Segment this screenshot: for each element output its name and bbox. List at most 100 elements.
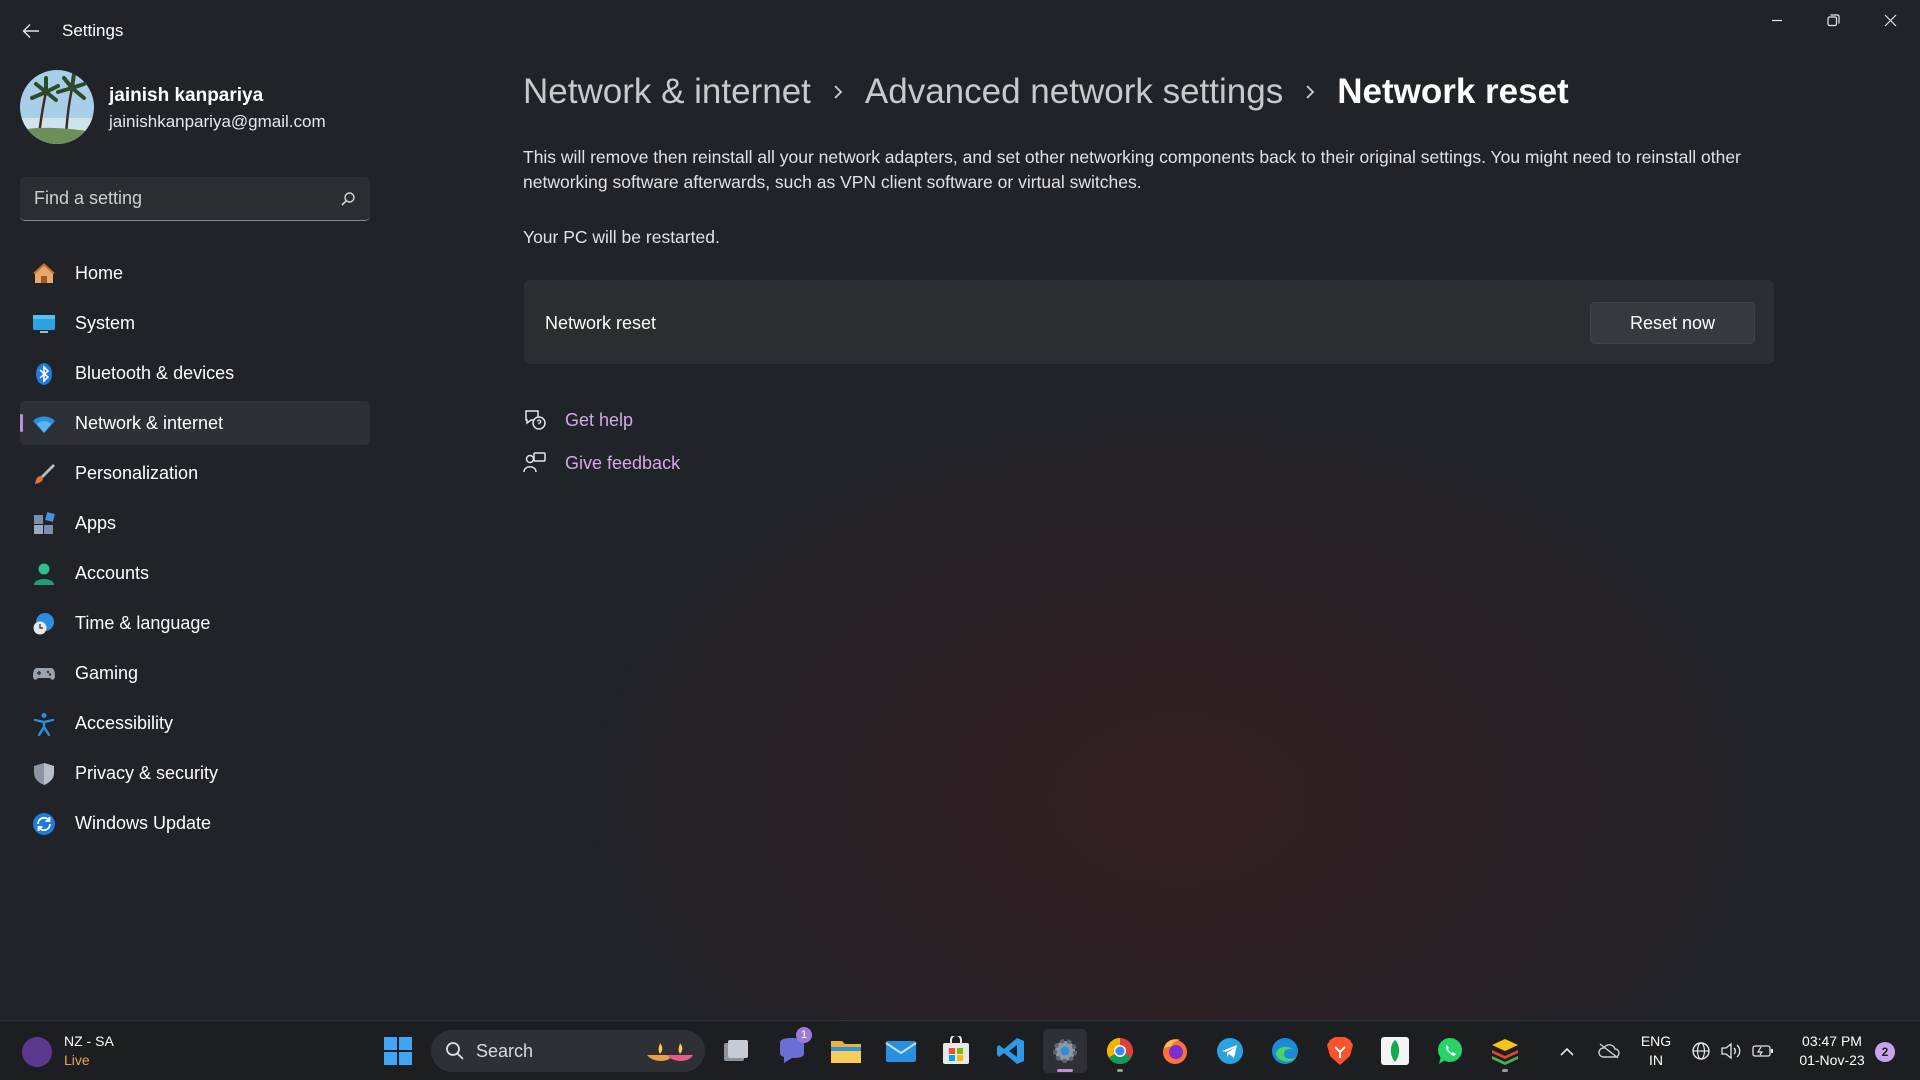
speaker-icon	[1721, 1042, 1741, 1060]
sidebar-item-system[interactable]: System	[20, 301, 370, 345]
chat-badge: 1	[796, 1027, 812, 1043]
sidebar-item-time-language[interactable]: Time & language	[20, 601, 370, 645]
edge-icon	[1272, 1038, 1298, 1064]
taskbar-bluestacks[interactable]	[1483, 1029, 1527, 1073]
taskbar-search-label: Search	[476, 1041, 534, 1061]
sidebar-item-label: Accessibility	[75, 712, 174, 733]
taskbar-telegram[interactable]	[1208, 1029, 1252, 1073]
sidebar-item-gaming[interactable]: Gaming	[20, 651, 370, 695]
sidebar-item-accessibility[interactable]: Accessibility	[20, 701, 370, 745]
feedback-icon	[523, 452, 546, 473]
back-button[interactable]	[16, 16, 46, 46]
sidebar-item-privacy[interactable]: Privacy & security	[20, 751, 370, 795]
diwali-lamp-icon	[647, 1043, 693, 1061]
widget-subtitle: Live	[64, 1052, 90, 1068]
active-indicator	[1057, 1069, 1073, 1072]
taskbar-edge[interactable]	[1263, 1029, 1307, 1073]
news-widget-icon	[22, 1037, 52, 1067]
restore-button[interactable]	[1805, 0, 1862, 40]
sidebar-item-bluetooth[interactable]: Bluetooth & devices	[20, 351, 370, 395]
give-feedback-label: Give feedback	[565, 452, 681, 473]
reset-description: This will remove then reinstall all your…	[523, 147, 1741, 192]
user-name: jainish kanpariya	[109, 85, 264, 106]
avatar[interactable]	[20, 70, 94, 144]
sidebar-item-network[interactable]: Network & internet	[20, 401, 370, 445]
notification-count-badge[interactable]: 2	[1875, 1042, 1895, 1062]
network-reset-label: Network reset	[545, 313, 657, 333]
close-button[interactable]	[1862, 0, 1919, 40]
give-feedback-link[interactable]: Give feedback	[523, 451, 680, 475]
mail-icon	[885, 1041, 917, 1062]
taskbar-clock[interactable]: 03:47 PM 01-Nov-23	[1790, 1032, 1874, 1070]
person-icon	[34, 563, 54, 585]
volume-tray[interactable]	[1718, 1021, 1744, 1080]
title-bar: Settings	[0, 0, 1920, 62]
widget-title: NZ - SA	[64, 1033, 114, 1049]
find-setting-box[interactable]	[20, 177, 370, 221]
sidebar-item-home[interactable]: Home	[20, 251, 370, 295]
sidebar-item-label: Accounts	[75, 562, 150, 583]
sidebar-item-label: Privacy & security	[75, 762, 219, 783]
get-help-link[interactable]: Get help	[523, 408, 633, 432]
taskbar-teams-chat[interactable]: 1	[770, 1027, 814, 1073]
region-code: IN	[1649, 1052, 1663, 1068]
firefox-icon	[1163, 1039, 1187, 1064]
task-view-icon	[724, 1040, 748, 1061]
chevron-up-icon	[1560, 1047, 1574, 1056]
running-indicator	[1502, 1069, 1508, 1072]
taskbar-brave[interactable]	[1318, 1029, 1362, 1073]
taskbar-search[interactable]: Search	[431, 1030, 705, 1072]
close-icon	[1884, 14, 1897, 26]
network-tray[interactable]	[1689, 1021, 1713, 1080]
sidebar-item-label: Gaming	[75, 662, 139, 683]
cloud-offline-icon	[1598, 1043, 1620, 1059]
taskbar-chrome[interactable]	[1098, 1029, 1142, 1073]
battery-charging-icon	[1752, 1045, 1773, 1057]
avatar-palm-image	[20, 70, 94, 144]
taskbar-file-explorer[interactable]	[824, 1029, 868, 1073]
sidebar-item-windows-update[interactable]: Windows Update	[20, 801, 370, 845]
show-hidden-icons-button[interactable]	[1555, 1021, 1579, 1080]
onedrive-tray[interactable]	[1595, 1021, 1623, 1080]
sidebar-item-label: Personalization	[75, 462, 199, 483]
apps-icon	[34, 512, 55, 534]
vscode-icon	[997, 1038, 1024, 1064]
taskbar-firefox[interactable]	[1153, 1029, 1197, 1073]
weather-widget[interactable]: NZ - SA Live	[22, 1032, 162, 1072]
get-help-label: Get help	[565, 409, 634, 430]
network-reset-card: Network reset Reset now	[524, 280, 1774, 364]
taskbar-task-view[interactable]	[714, 1029, 758, 1073]
clock-time: 03:47 PM	[1802, 1033, 1862, 1049]
battery-tray[interactable]	[1750, 1021, 1776, 1080]
monitor-icon	[33, 315, 55, 333]
sidebar-item-personalization[interactable]: Personalization	[20, 451, 370, 495]
search-icon	[341, 192, 355, 206]
help-chat-icon	[525, 410, 546, 430]
taskbar-mongodb-compass[interactable]	[1373, 1029, 1417, 1073]
minimize-button[interactable]	[1748, 0, 1805, 40]
breadcrumb-advanced-network-settings[interactable]: Advanced network settings	[865, 72, 1283, 112]
sidebar-item-accounts[interactable]: Accounts	[20, 551, 370, 595]
taskbar-whatsapp[interactable]	[1428, 1029, 1472, 1073]
sidebar-item-apps[interactable]: Apps	[20, 501, 370, 545]
running-indicator	[1117, 1069, 1123, 1072]
home-icon	[33, 263, 55, 283]
whatsapp-icon	[1438, 1038, 1462, 1064]
find-setting-input[interactable]	[34, 188, 324, 209]
taskbar-vs-code[interactable]	[989, 1029, 1033, 1073]
reset-now-button[interactable]: Reset now	[1590, 302, 1755, 344]
chevron-right-icon	[1305, 84, 1315, 100]
restore-icon	[1827, 13, 1840, 26]
page-title: Network reset	[1337, 72, 1569, 111]
search-icon	[446, 1042, 464, 1060]
chrome-icon	[1106, 1037, 1133, 1065]
taskbar-settings[interactable]	[1043, 1029, 1087, 1073]
taskbar-microsoft-store[interactable]	[934, 1029, 978, 1073]
input-language-indicator[interactable]: ENG IN	[1638, 1032, 1674, 1070]
breadcrumb-network-internet[interactable]: Network & internet	[523, 72, 811, 112]
sidebar-item-label: Bluetooth & devices	[75, 362, 235, 383]
telegram-icon	[1217, 1038, 1243, 1064]
windows-start-icon[interactable]	[383, 1036, 413, 1066]
taskbar-mail[interactable]	[879, 1029, 923, 1073]
clock-date: 01-Nov-23	[1799, 1052, 1865, 1068]
